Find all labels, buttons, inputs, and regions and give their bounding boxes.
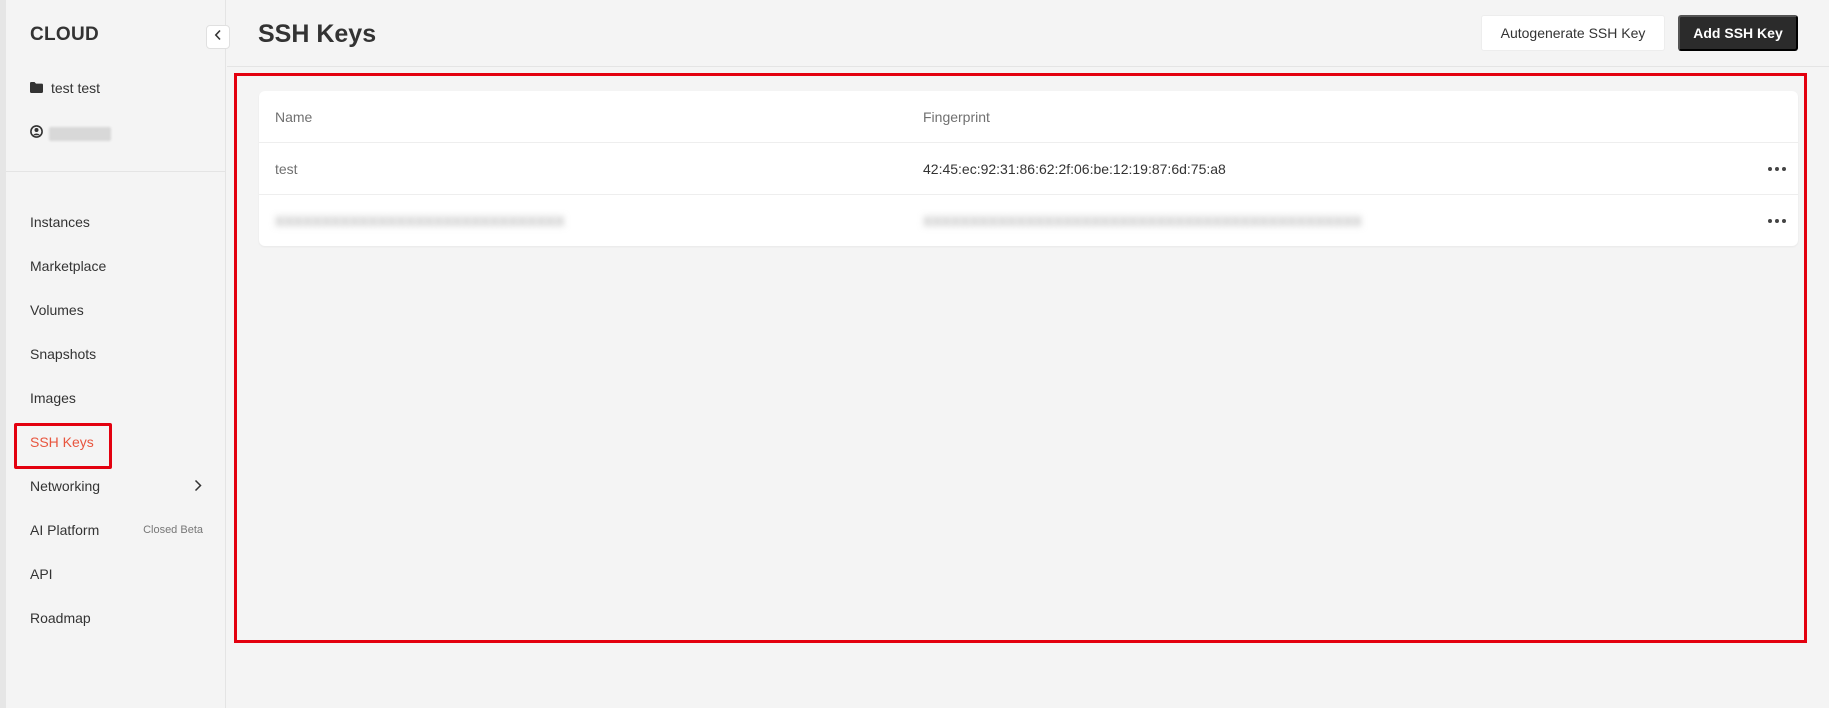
sidebar: CLOUD test test Instances Marketplace Vo… (6, 0, 226, 708)
sidebar-item-label: Volumes (30, 302, 84, 318)
closed-beta-badge: Closed Beta (143, 524, 203, 536)
key-name: test (275, 160, 298, 177)
sidebar-item-label: AI Platform (30, 522, 100, 538)
sidebar-item-label: Instances (30, 214, 90, 230)
chevron-right-icon (194, 479, 202, 495)
key-fingerprint: 42:45:ec:92:31:86:62:2f:06:be:12:19:87:6… (923, 160, 1226, 177)
project-selector[interactable]: test test (30, 80, 100, 96)
redacted-account-name (49, 127, 111, 141)
sidebar-item-roadmap[interactable]: Roadmap (6, 596, 226, 640)
ssh-keys-table: Name Fingerprint test 42:45:ec:92:31:86:… (259, 91, 1798, 246)
key-fingerprint-redacted: XXXXXXXXXXXXXXXXXXXXXXXXXXXXXXXXXXXXXXXX… (923, 213, 1362, 229)
header-divider (227, 66, 1829, 67)
table-row[interactable]: XXXXXXXXXXXXXXXXXXXXXXXXXXXXXXX XXXXXXXX… (259, 195, 1798, 247)
more-actions-button[interactable] (1763, 159, 1791, 179)
sidebar-item-label: SSH Keys (30, 434, 94, 450)
more-icon (1768, 219, 1772, 223)
more-icon (1768, 166, 1772, 171)
sidebar-item-volumes[interactable]: Volumes (6, 288, 226, 332)
sidebar-item-label: Marketplace (30, 258, 107, 274)
key-name-redacted: XXXXXXXXXXXXXXXXXXXXXXXXXXXXXXX (275, 213, 565, 229)
table-header-row: Name Fingerprint (259, 91, 1798, 143)
sidebar-item-ai-platform[interactable]: AI Platform Closed Beta (6, 508, 226, 552)
brand-logo: CLOUD (30, 24, 100, 45)
chevron-left-icon (214, 28, 222, 46)
sidebar-item-snapshots[interactable]: Snapshots (6, 332, 226, 376)
account-icon (30, 125, 43, 143)
account-selector[interactable] (30, 125, 111, 143)
sidebar-item-api[interactable]: API (6, 552, 226, 596)
page-title: SSH Keys (258, 20, 377, 48)
sidebar-item-label: API (30, 566, 53, 582)
project-name: test test (51, 80, 101, 96)
sidebar-item-networking[interactable]: Networking (6, 464, 226, 508)
table-row[interactable]: test 42:45:ec:92:31:86:62:2f:06:be:12:19… (259, 143, 1798, 195)
sidebar-item-label: Networking (30, 478, 101, 494)
sidebar-item-images[interactable]: Images (6, 376, 226, 420)
sidebar-item-ssh-keys[interactable]: SSH Keys (6, 420, 226, 469)
sidebar-item-marketplace[interactable]: Marketplace (6, 244, 226, 288)
sidebar-item-label: Snapshots (30, 346, 97, 362)
add-ssh-key-button[interactable]: Add SSH Key (1678, 15, 1798, 51)
column-header-name: Name (275, 108, 313, 125)
column-header-fingerprint: Fingerprint (923, 108, 990, 125)
main-content: SSH Keys Autogenerate SSH Key Add SSH Ke… (227, 0, 1829, 708)
autogenerate-ssh-key-button[interactable]: Autogenerate SSH Key (1481, 15, 1665, 51)
more-actions-button[interactable] (1763, 211, 1791, 231)
sidebar-nav: Instances Marketplace Volumes Snapshots … (6, 200, 226, 640)
sidebar-item-label: Roadmap (30, 610, 91, 626)
folder-icon (30, 80, 43, 96)
sidebar-item-label: Images (30, 390, 76, 406)
sidebar-item-instances[interactable]: Instances (6, 200, 226, 244)
collapse-sidebar-button[interactable] (206, 25, 230, 49)
sidebar-divider (6, 171, 226, 172)
